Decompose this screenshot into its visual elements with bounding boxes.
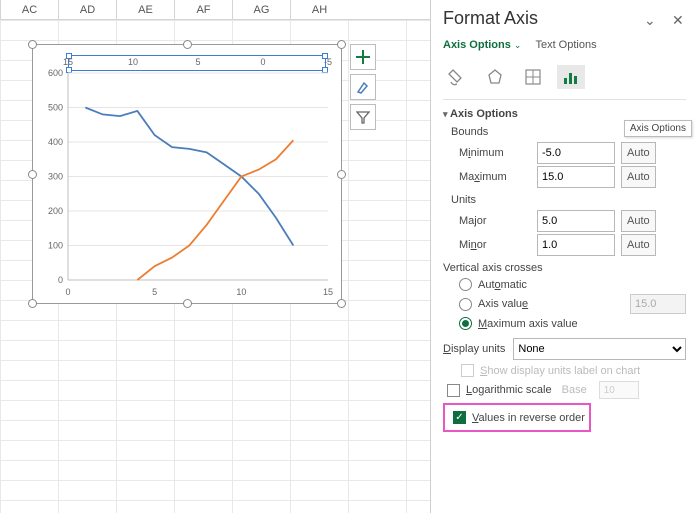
chart-object[interactable]: 0 100 200 300 400 500 600 0 5 10 15 15 10 5 0 -5 <box>32 44 342 304</box>
col-header[interactable]: AD <box>58 0 116 19</box>
min-auto-button[interactable]: Auto <box>621 142 656 164</box>
spreadsheet-area: AC AD AE AF AG AH 0100200300400500600051… <box>0 0 430 513</box>
show-du-label-check: Show display units label on chart <box>461 364 686 377</box>
svg-text:400: 400 <box>48 137 63 147</box>
svg-text:10: 10 <box>236 287 246 297</box>
col-header[interactable]: AG <box>232 0 290 19</box>
svg-text:300: 300 <box>48 172 63 182</box>
chart-filters-button[interactable] <box>350 104 376 130</box>
display-units-select[interactable]: None <box>513 338 686 360</box>
svg-text:200: 200 <box>48 206 63 216</box>
col-header[interactable]: AH <box>290 0 348 19</box>
pane-options-icon[interactable]: ⌄ <box>644 12 658 26</box>
radio-axis-value[interactable]: Axis value <box>459 294 686 314</box>
svg-text:500: 500 <box>48 103 63 113</box>
effects-icon[interactable] <box>481 65 509 89</box>
major-auto-button[interactable]: Auto <box>621 210 656 232</box>
major-input[interactable] <box>537 210 615 232</box>
vertical-crosses-label: Vertical axis crosses <box>443 262 686 274</box>
reverse-order-check[interactable]: ✓Values in reverse order <box>453 411 585 424</box>
svg-text:15: 15 <box>323 287 333 297</box>
col-header[interactable]: AF <box>174 0 232 19</box>
tab-text-options[interactable]: Text Options <box>535 39 596 51</box>
col-header[interactable]: AE <box>116 0 174 19</box>
minor-auto-button[interactable]: Auto <box>621 234 656 256</box>
size-properties-icon[interactable] <box>519 65 547 89</box>
svg-text:10: 10 <box>128 57 138 67</box>
chart-styles-button[interactable] <box>350 74 376 100</box>
maximum-label: Maximum <box>459 171 531 183</box>
max-auto-button[interactable]: Auto <box>621 166 656 188</box>
pane-title: Format Axis <box>443 8 538 29</box>
close-icon[interactable]: ✕ <box>672 12 686 26</box>
axis-options-icon[interactable] <box>557 65 585 89</box>
maximum-input[interactable] <box>537 166 615 188</box>
radio-max-axis-value[interactable]: Maximum axis value <box>459 317 686 330</box>
tab-axis-options[interactable]: Axis Options ⌄ <box>443 39 521 51</box>
svg-text:15: 15 <box>63 57 73 67</box>
chart-tools <box>350 44 376 130</box>
column-headers: AC AD AE AF AG AH <box>0 0 430 20</box>
format-axis-pane: Format Axis ⌄ ✕ Axis Options ⌄ Text Opti… <box>430 0 698 513</box>
svg-text:0: 0 <box>65 287 70 297</box>
svg-text:-5: -5 <box>324 57 332 67</box>
svg-text:100: 100 <box>48 241 63 251</box>
tooltip: Axis Options <box>624 120 692 137</box>
log-base-input <box>599 381 639 399</box>
minimum-input[interactable] <box>537 142 615 164</box>
svg-text:5: 5 <box>152 287 157 297</box>
svg-text:5: 5 <box>195 57 200 67</box>
axis-options-section[interactable]: Axis Options <box>443 108 686 120</box>
display-units-label: Display units <box>443 343 505 355</box>
units-label: Units <box>451 194 686 206</box>
col-header[interactable]: AC <box>0 0 58 19</box>
radio-automatic[interactable]: Automatic <box>459 278 686 291</box>
logarithmic-check[interactable]: Logarithmic scaleBase <box>447 381 686 399</box>
svg-text:600: 600 <box>48 68 63 78</box>
minimum-label: Minimum <box>459 147 531 159</box>
fill-line-icon[interactable] <box>443 65 471 89</box>
major-label: Major <box>459 215 531 227</box>
minor-input[interactable] <box>537 234 615 256</box>
svg-text:0: 0 <box>58 275 63 285</box>
axis-value-input <box>630 294 686 314</box>
svg-text:0: 0 <box>260 57 265 67</box>
chart-elements-button[interactable] <box>350 44 376 70</box>
minor-label: Minor <box>459 239 531 251</box>
chart-plot: 0 100 200 300 400 500 600 0 5 10 15 15 10 5 0 -5 <box>33 45 343 305</box>
